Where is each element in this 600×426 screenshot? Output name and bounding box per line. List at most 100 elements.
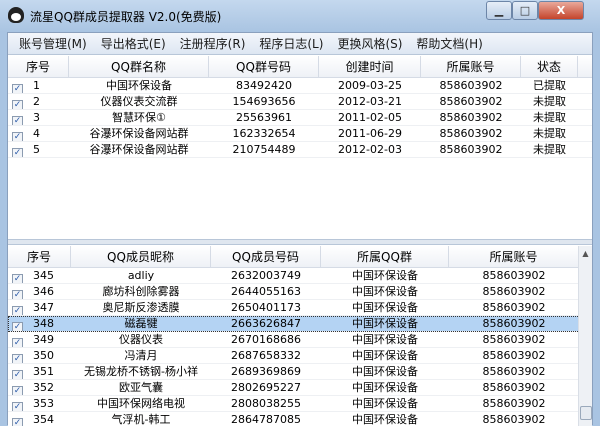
table-cell: 2012-03-21 bbox=[338, 95, 402, 108]
row-index-cell: ✓ 346 bbox=[8, 284, 71, 299]
table-cell: 858603902 bbox=[482, 285, 546, 298]
table-cell: 中国环保设备 bbox=[352, 317, 418, 330]
table-row[interactable]: ✓ 353 中国环保网络电视 2808038255 中国环保设备 858603902 bbox=[8, 396, 592, 412]
row-index-cell: ✓ 345 bbox=[8, 268, 71, 283]
table-cell: 中国环保网络电视 bbox=[97, 397, 185, 410]
row-index-cell: ✓ 354 bbox=[8, 412, 71, 426]
group-list: 序号 QQ群名称 QQ群号码 创建时间 所属账号 状态 ✓ 1 中国环保设备 83492420 20… bbox=[8, 56, 592, 239]
table-row[interactable]: ✓ 345 adliy 2632003749 中国环保设备 858603902 bbox=[8, 268, 592, 284]
row-checkbox[interactable]: ✓ bbox=[12, 132, 23, 141]
table-cell: 智慧环保① bbox=[112, 111, 166, 124]
column-header[interactable]: QQ成员号码 bbox=[211, 246, 321, 267]
column-header[interactable]: 所属账号 bbox=[449, 246, 579, 267]
table-cell: 欧亚气囊 bbox=[119, 381, 163, 394]
table-cell: 2644055163 bbox=[231, 285, 301, 298]
table-row[interactable]: ✓ 346 廊坊科创除雾器 2644055163 中国环保设备 858603902 bbox=[8, 284, 592, 300]
table-cell: 858603902 bbox=[482, 349, 546, 362]
row-checkbox[interactable]: ✓ bbox=[12, 322, 23, 331]
row-index: 348 bbox=[33, 317, 54, 330]
column-header[interactable]: QQ群名称 bbox=[69, 56, 209, 77]
table-row[interactable]: ✓ 348 磁磊犍 2663626847 中国环保设备 858603902 bbox=[8, 316, 592, 332]
menu-account[interactable]: 账号管理(M) bbox=[12, 33, 94, 54]
table-cell: 谷瀑环保设备网站群 bbox=[89, 127, 189, 140]
row-checkbox[interactable]: ✓ bbox=[12, 84, 23, 93]
table-cell: 2864787085 bbox=[231, 413, 301, 426]
row-index-cell: ✓ 3 bbox=[8, 110, 69, 125]
table-cell: 中国环保设备 bbox=[352, 285, 418, 298]
table-cell: 2687658332 bbox=[231, 349, 301, 362]
menu-help[interactable]: 帮助文档(H) bbox=[409, 33, 489, 54]
table-cell: 磁磊犍 bbox=[124, 317, 158, 330]
table-cell: 中国环保设备 bbox=[352, 397, 418, 410]
table-cell: 中国环保设备 bbox=[352, 365, 418, 378]
table-cell: 858603902 bbox=[439, 79, 503, 92]
table-row[interactable]: ✓ 351 无锡龙桥不锈钢-杨小祥 2689369869 中国环保设备 858603902 bbox=[8, 364, 592, 380]
column-header[interactable]: QQ群号码 bbox=[209, 56, 319, 77]
column-header[interactable]: QQ成员昵称 bbox=[71, 246, 211, 267]
row-checkbox[interactable]: ✓ bbox=[12, 386, 23, 395]
row-checkbox[interactable]: ✓ bbox=[12, 148, 23, 157]
row-checkbox[interactable]: ✓ bbox=[12, 306, 23, 315]
splitter[interactable] bbox=[8, 239, 592, 245]
table-row[interactable]: ✓ 349 仪器仪表 2670168686 中国环保设备 858603902 bbox=[8, 332, 592, 348]
table-cell: 谷瀑环保设备网站群 bbox=[89, 143, 189, 156]
row-checkbox[interactable]: ✓ bbox=[12, 116, 23, 125]
table-cell: 162332654 bbox=[232, 127, 296, 140]
table-cell: 858603902 bbox=[482, 365, 546, 378]
close-button[interactable]: X bbox=[538, 1, 584, 20]
title-bar: 流星QQ群成员提取器 V2.0(免费版) ▁ □ X bbox=[0, 0, 600, 32]
column-header[interactable]: 状态 bbox=[521, 56, 578, 77]
menu-style[interactable]: 更换风格(S) bbox=[330, 33, 409, 54]
column-header[interactable]: 所属账号 bbox=[421, 56, 521, 77]
scroll-up-icon[interactable]: ▲ bbox=[579, 246, 592, 262]
row-checkbox[interactable]: ✓ bbox=[12, 100, 23, 109]
scroll-thumb[interactable] bbox=[580, 406, 592, 420]
table-cell: 25563961 bbox=[236, 111, 292, 124]
table-row[interactable]: ✓ 2 仪器仪表交流群 154693656 2012-03-21 858603902 未提取 bbox=[8, 94, 592, 110]
table-row[interactable]: ✓ 350 冯清月 2687658332 中国环保设备 858603902 bbox=[8, 348, 592, 364]
menu-log[interactable]: 程序日志(L) bbox=[252, 33, 330, 54]
table-cell: 2663626847 bbox=[231, 317, 301, 330]
table-row[interactable]: ✓ 3 智慧环保① 25563961 2011-02-05 858603902 未提取 bbox=[8, 110, 592, 126]
table-row[interactable]: ✓ 354 气浮机-韩工 2864787085 中国环保设备 858603902 bbox=[8, 412, 592, 426]
table-row[interactable]: ✓ 5 谷瀑环保设备网站群 210754489 2012-02-03 858603902 未… bbox=[8, 142, 592, 158]
maximize-button[interactable]: □ bbox=[512, 1, 538, 20]
table-row[interactable]: ✓ 347 奥尼斯反渗透膜 2650401173 中国环保设备 858603902 bbox=[8, 300, 592, 316]
menu-export[interactable]: 导出格式(E) bbox=[94, 33, 173, 54]
table-cell: 中国环保设备 bbox=[352, 301, 418, 314]
table-cell: 冯清月 bbox=[124, 349, 158, 362]
vertical-scrollbar[interactable]: ▲ bbox=[578, 246, 592, 426]
row-checkbox[interactable]: ✓ bbox=[12, 274, 23, 283]
table-cell: 2802695227 bbox=[231, 381, 301, 394]
row-checkbox[interactable]: ✓ bbox=[12, 370, 23, 379]
row-index-cell: ✓ 348 bbox=[8, 316, 71, 331]
column-header[interactable]: 序号 bbox=[8, 246, 71, 267]
row-checkbox[interactable]: ✓ bbox=[12, 402, 23, 411]
table-cell: 2650401173 bbox=[231, 301, 301, 314]
row-checkbox[interactable]: ✓ bbox=[12, 338, 23, 347]
table-cell: 2012-02-03 bbox=[338, 143, 402, 156]
column-header[interactable]: 所属QQ群 bbox=[321, 246, 449, 267]
table-cell: 2632003749 bbox=[231, 269, 301, 282]
table-row[interactable]: ✓ 4 谷瀑环保设备网站群 162332654 2011-06-29 858603902 未… bbox=[8, 126, 592, 142]
row-index: 4 bbox=[33, 127, 40, 140]
table-cell: 中国环保设备 bbox=[352, 413, 418, 426]
table-cell: 未提取 bbox=[533, 127, 566, 140]
table-cell: 154693656 bbox=[232, 95, 296, 108]
table-cell: 83492420 bbox=[236, 79, 292, 92]
table-cell: 中国环保设备 bbox=[352, 381, 418, 394]
table-cell: 858603902 bbox=[439, 111, 503, 124]
row-index: 5 bbox=[33, 143, 40, 156]
minimize-button[interactable]: ▁ bbox=[486, 1, 512, 20]
row-index-cell: ✓ 2 bbox=[8, 94, 69, 109]
table-row[interactable]: ✓ 352 欧亚气囊 2802695227 中国环保设备 858603902 bbox=[8, 380, 592, 396]
table-cell: 2009-03-25 bbox=[338, 79, 402, 92]
row-index: 350 bbox=[33, 349, 54, 362]
column-header[interactable]: 创建时间 bbox=[319, 56, 421, 77]
table-row[interactable]: ✓ 1 中国环保设备 83492420 2009-03-25 858603902 已提取 bbox=[8, 78, 592, 94]
column-header[interactable]: 序号 bbox=[8, 56, 69, 77]
row-checkbox[interactable]: ✓ bbox=[12, 290, 23, 299]
menu-register[interactable]: 注册程序(R) bbox=[173, 33, 253, 54]
row-index: 346 bbox=[33, 285, 54, 298]
row-checkbox[interactable]: ✓ bbox=[12, 354, 23, 363]
